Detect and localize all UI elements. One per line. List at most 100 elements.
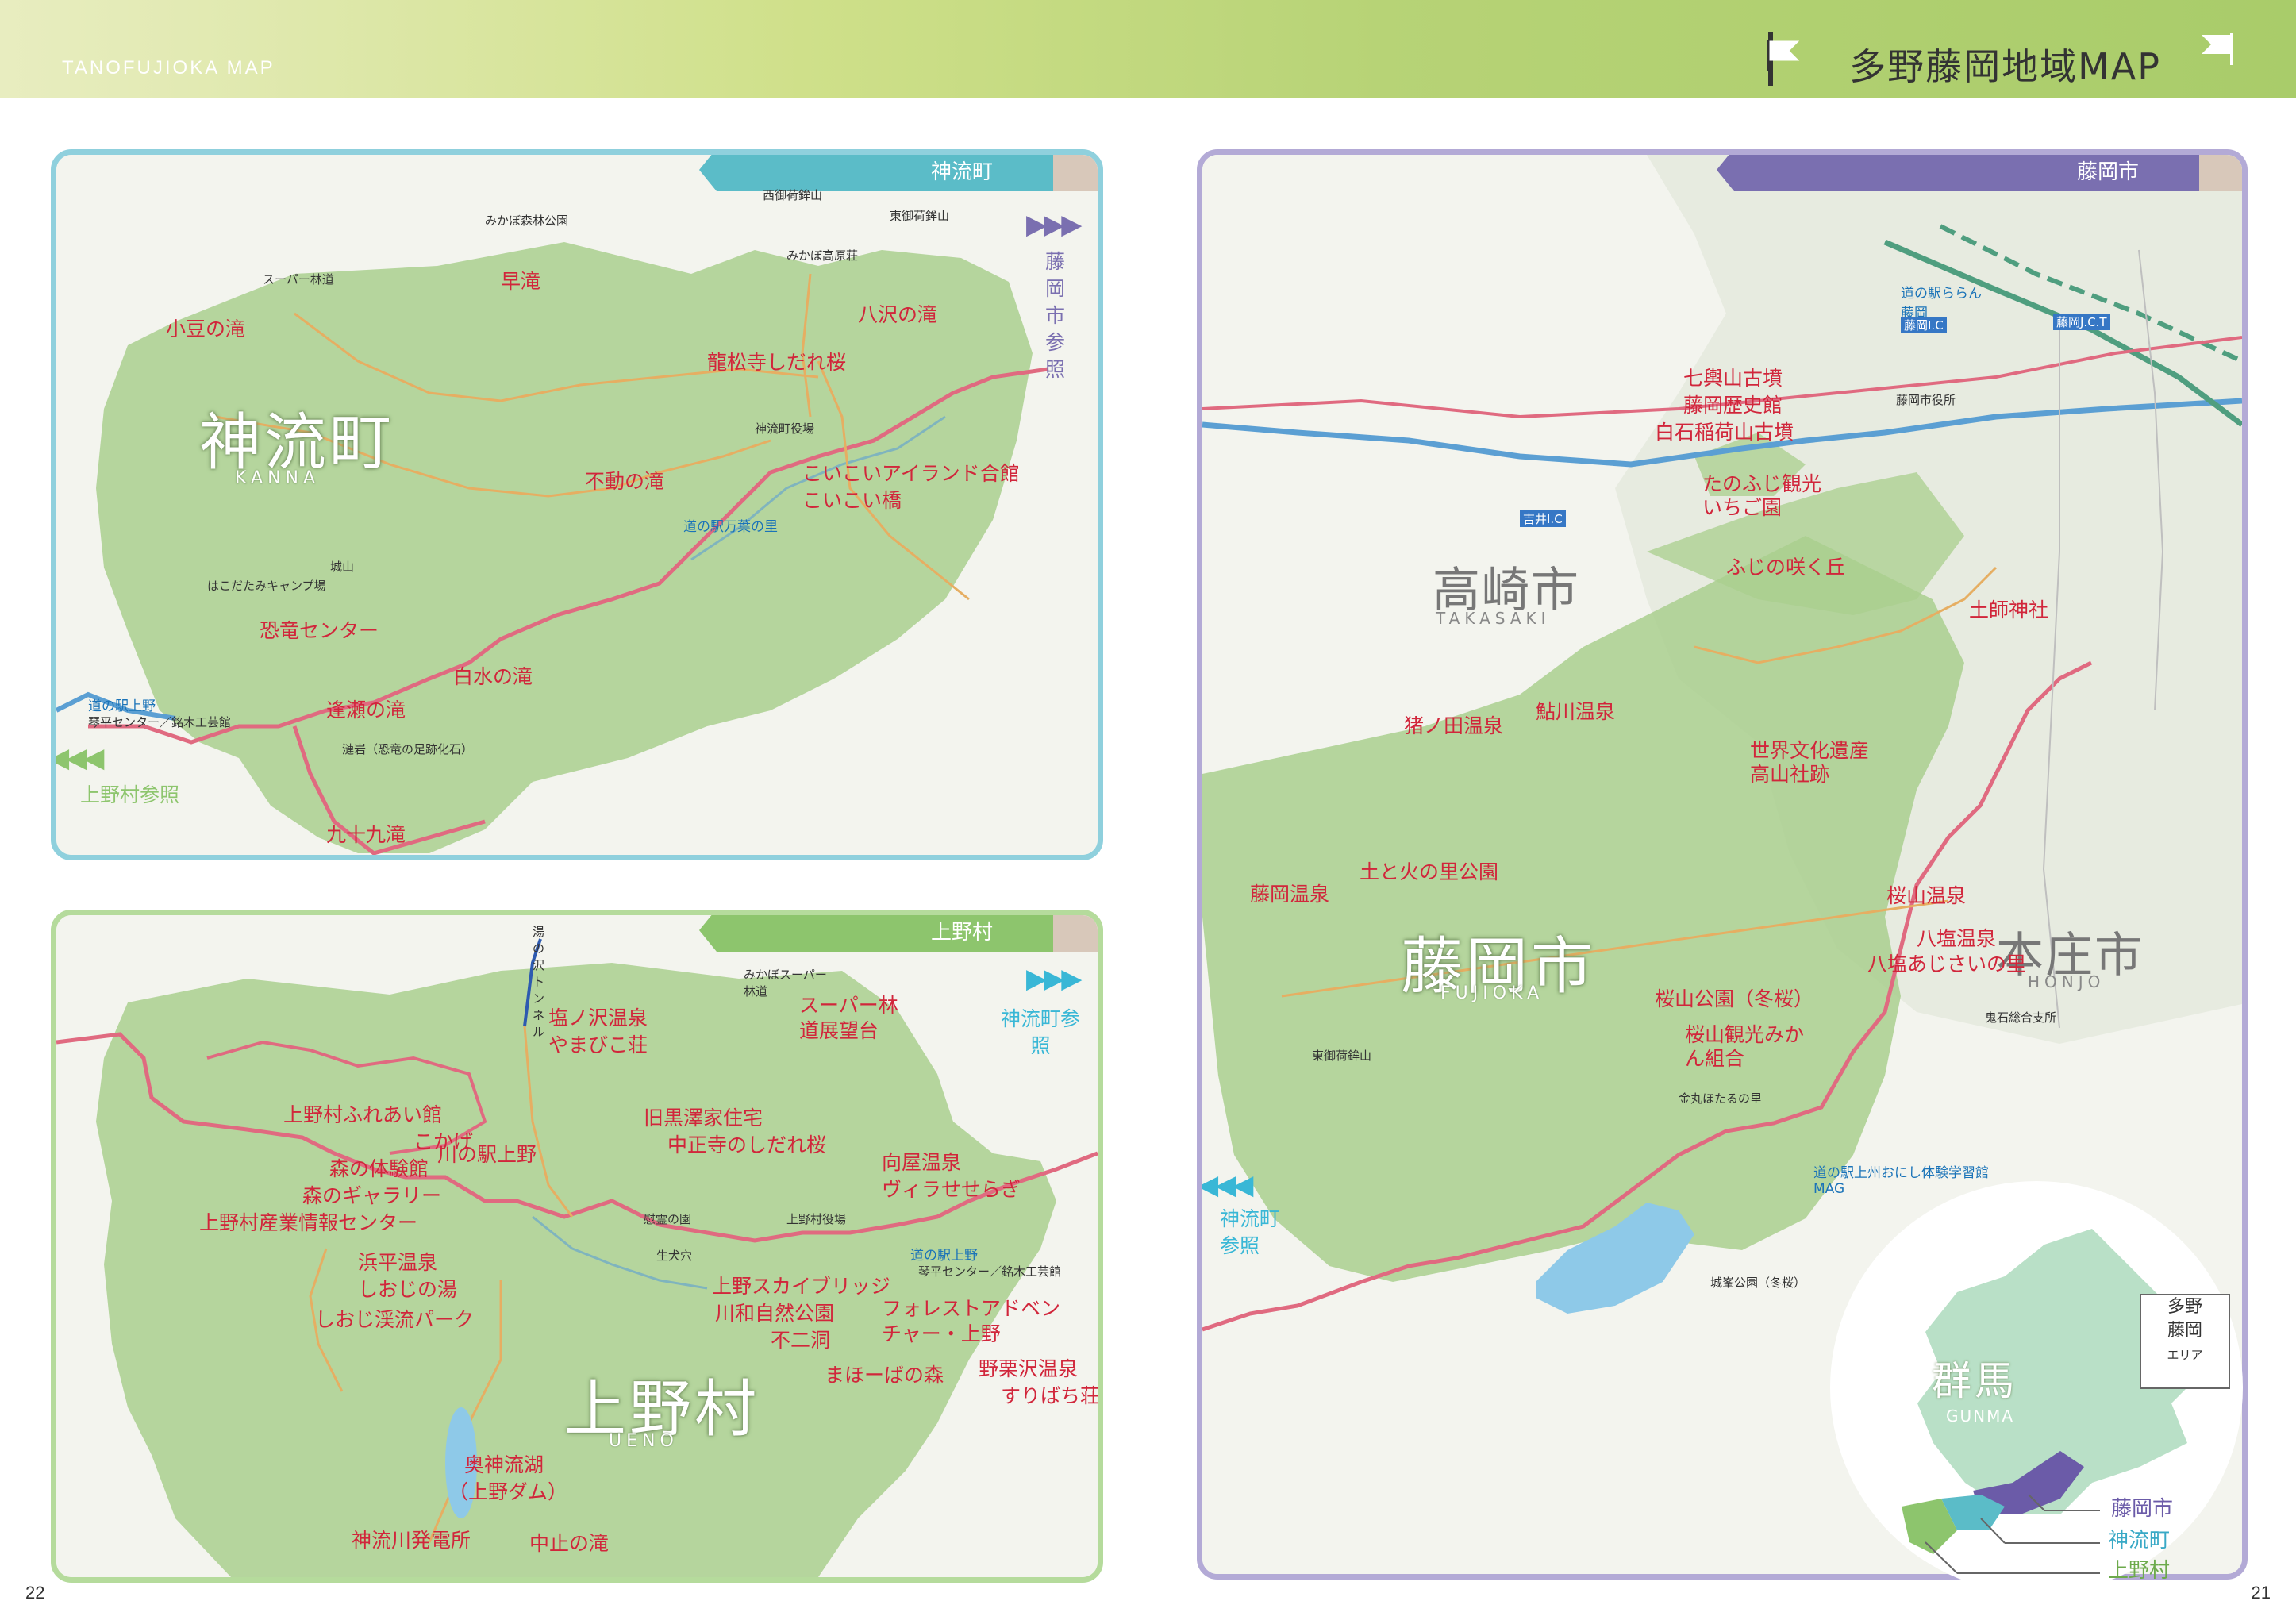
poi-koikoi-island[interactable]: こいこいアイランド合館 (802, 458, 1020, 487)
poi-yashio-onsen[interactable]: 八塩温泉 (1917, 923, 1996, 952)
place-michinoeki-manyo[interactable]: 道の駅万葉の里 (683, 515, 778, 535)
poi-okukanna-lake[interactable]: 奥神流湖（上野ダム） (448, 1452, 567, 1506)
poi-villa-seseragi[interactable]: ヴィラせせらぎ (882, 1174, 1021, 1203)
poi-sakurayama-onsen[interactable]: 桜山温泉 (1886, 880, 1966, 909)
place-shiroyama[interactable]: 城山 (330, 558, 354, 575)
kanna-ref-fujioka[interactable]: 藤岡市参照 (1045, 248, 1069, 383)
place-yoshii-ic[interactable]: 吉井I.C (1520, 510, 1566, 527)
place-mikabo-super-rindo[interactable]: みかぼスーパー林道 (744, 966, 831, 999)
poi-tanofuji-strawberry[interactable]: たのふじ観光いちご園 (1702, 472, 1821, 520)
fujioka-to-kanna-arrows[interactable]: ◀◀◀ (1202, 1169, 1253, 1201)
inset-label-ueno: 上野村 (2108, 1559, 2171, 1583)
poi-mori-gallery[interactable]: 森のギャラリー (302, 1180, 441, 1209)
poi-shionosawa-onsen[interactable]: 塩ノ沢温泉 (548, 1002, 648, 1031)
place-fujioka-jct[interactable]: 藤岡J.C.T (2053, 314, 2110, 330)
poi-shiramizu-falls[interactable]: 白水の滝 (453, 661, 533, 690)
poi-mukaiya-onsen[interactable]: 向屋温泉 (882, 1147, 961, 1176)
poi-takayamasha[interactable]: 世界文化遺産高山社跡 (1750, 739, 1885, 787)
place-shoinuana[interactable]: 生犬穴 (656, 1247, 692, 1264)
place-mikabo-forest[interactable]: みかぼ森林公園 (485, 212, 568, 229)
poi-haji-shrine[interactable]: 土師神社 (1969, 595, 2048, 623)
place-fujioka-ic[interactable]: 藤岡I.C (1901, 317, 1947, 333)
ueno-to-kanna-arrows[interactable]: ▶▶▶ (1026, 963, 1082, 995)
place-super-rindo[interactable]: スーパー林道 (263, 271, 334, 287)
place-kotohira-center[interactable]: 琴平センター／銘木工芸館 (918, 1263, 1061, 1280)
poi-chushoji-cherry[interactable]: 中正寺のしだれ桜 (667, 1129, 826, 1158)
poi-koikoi-bridge[interactable]: こいこい橋 (802, 485, 902, 514)
place-fudo-falls[interactable]: 東御荷鉾山 (1312, 1047, 1371, 1064)
place-kotohira-center[interactable]: 琴平センター／銘木工芸館 (88, 714, 231, 730)
poi-dinosaur-center[interactable]: 恐竜センター (260, 615, 379, 644)
place-jouminekoen[interactable]: 城峯公園（冬桜） (1710, 1274, 1806, 1291)
place-michinoeki-ueno[interactable]: 道の駅上野 (910, 1244, 978, 1264)
tab-kanna-tail (1053, 155, 1098, 191)
fujioka-ref-kanna[interactable]: 神流町参照 (1220, 1206, 1283, 1260)
poi-kujuku-falls[interactable]: 九十九滝 (326, 819, 406, 848)
poi-azuki-falls[interactable]: 小豆の滝 (166, 314, 245, 342)
ueno-ref-kanna[interactable]: 神流町参照 (993, 1006, 1088, 1060)
ueno-map-panel[interactable]: 上野村 上野村 UENO 塩ノ沢温泉 やまびこ荘 スーパー林道展望台 上野村ふれ… (51, 910, 1103, 1583)
poi-chushi-falls[interactable]: 中止の滝 (529, 1528, 609, 1557)
poi-yashio-ajisai[interactable]: 八塩あじさいの里 (1867, 949, 2026, 977)
poi-fujioka-onsen[interactable]: 藤岡温泉 (1250, 879, 1329, 907)
poi-yamabikoso[interactable]: やまびこ荘 (548, 1029, 648, 1058)
place-ueno-office[interactable]: 上野村役場 (786, 1210, 846, 1227)
place-michinoeki-ueno[interactable]: 道の駅上野 (88, 695, 156, 714)
poi-kawawa-park[interactable]: 川和自然公園 (715, 1298, 834, 1326)
poi-yasawa-falls[interactable]: 八沢の滝 (858, 299, 937, 328)
poi-ueno-sky-bridge[interactable]: 上野スカイブリッジ (712, 1271, 890, 1299)
poi-kanna-power-station[interactable]: 神流川発電所 (352, 1525, 471, 1553)
poi-fujioka-history-hall[interactable]: 藤岡歴史館 (1683, 390, 1783, 418)
poi-mori-taikenkan[interactable]: 森の体験館 (329, 1153, 429, 1182)
poi-sakurayama-park[interactable]: 桜山公園（冬桜） (1655, 983, 1813, 1012)
tab-fujioka[interactable]: 藤岡市 (1717, 155, 2218, 191)
kanna-to-fujioka-arrows[interactable]: ▶▶▶ (1026, 209, 1082, 241)
place-ireinosono[interactable]: 慰霊の園 (644, 1210, 691, 1227)
legend-line-1: 多野 (2167, 1297, 2202, 1317)
poi-noguri-onsen[interactable]: 野栗沢温泉 (979, 1353, 1078, 1382)
poi-ose-falls[interactable]: 逢瀬の滝 (326, 695, 406, 723)
inset-gunma-name-en: GUNMA (1946, 1407, 2015, 1426)
poi-sakurayama-mikan[interactable]: 桜山観光みかん組合 (1685, 1023, 1812, 1071)
takasaki-city-name-en: TAKASAKI (1436, 609, 1551, 628)
poi-super-rindo-observatory[interactable]: スーパー林道展望台 (799, 993, 902, 1044)
poi-hamadaira-onsen[interactable]: 浜平温泉 (358, 1247, 437, 1276)
poi-inoda-onsen[interactable]: 猪ノ田温泉 (1404, 710, 1503, 739)
place-oniishi-branch[interactable]: 鬼石総合支所 (1985, 1009, 2056, 1026)
poi-shiraishi-inariyama[interactable]: 白石稲荷山古墳 (1655, 417, 1794, 445)
poi-ueno-fureai[interactable]: 上野村ふれあい館 (283, 1099, 442, 1128)
place-kanna-office[interactable]: 神流町役場 (755, 420, 814, 437)
legend-line-2: 藤岡 (2167, 1321, 2202, 1341)
place-mikabo-kogenso[interactable]: みかぼ高原荘 (786, 247, 858, 264)
poi-fudo-falls[interactable]: 不動の滝 (585, 466, 664, 495)
place-fujioka-city-hall[interactable]: 藤岡市役所 (1896, 391, 1956, 408)
fujioka-city-name-en: FUJIOKA (1440, 983, 1544, 1003)
place-nishimikabo[interactable]: 西御荷鉾山 (763, 187, 822, 203)
place-higashimikabo[interactable]: 東御荷鉾山 (890, 207, 949, 224)
poi-ayukawa-onsen[interactable]: 鮎川温泉 (1536, 696, 1615, 725)
poi-ueno-industry-center[interactable]: 上野村産業情報センター (199, 1207, 417, 1236)
tab-ueno[interactable]: 上野村 (699, 915, 1072, 952)
poi-tsuchitohi-park[interactable]: 土と火の里公園 (1360, 856, 1498, 885)
place-sazanami-rock[interactable]: 漣岩（恐竜の足跡化石） (342, 741, 473, 757)
poi-fujido[interactable]: 不二洞 (771, 1325, 830, 1353)
poi-kyukurosawa-house[interactable]: 旧黒澤家住宅 (644, 1103, 763, 1131)
place-yunosawa-tunnel[interactable]: 湯の沢トンネル (533, 923, 548, 1040)
poi-mahoba-forest[interactable]: まほーばの森 (825, 1360, 944, 1388)
poi-forest-adventure[interactable]: フォレストアドベンチャー・上野 (882, 1296, 1064, 1347)
poi-shioji-no-yu[interactable]: しおじの湯 (358, 1274, 457, 1303)
poi-nanakoshiyama-kofun[interactable]: 七輿山古墳 (1683, 363, 1783, 391)
tab-kanna[interactable]: 神流町 (699, 155, 1072, 191)
poi-suribachiso[interactable]: すりばち荘 (1001, 1380, 1098, 1409)
kanna-to-ueno-arrows[interactable]: ◀◀◀ (56, 742, 104, 774)
kanna-ref-ueno[interactable]: 上野村参照 (80, 782, 179, 809)
poi-shioji-keiryu-park[interactable]: しおじ渓流パーク (315, 1304, 474, 1333)
kanna-map-panel[interactable]: 神流町 神流町 KANNA 小豆の滝 早滝 八沢の滝 龍松寺しだれ桜 不動の滝 … (51, 149, 1103, 860)
poi-kawanoeki-ueno[interactable]: 川の駅上野 (437, 1139, 537, 1168)
poi-haya-falls[interactable]: 早滝 (501, 266, 540, 294)
place-hakodatami-camp[interactable]: はこだたみキャンプ場 (207, 577, 326, 594)
poi-fujinosaku-oka[interactable]: ふじの咲く丘 (1726, 552, 1845, 580)
place-kanaru-hotaru[interactable]: 金丸ほたるの里 (1679, 1090, 1762, 1106)
poi-ryushoji-cherry[interactable]: 龍松寺しだれ桜 (707, 347, 846, 375)
place-michinoeki-raran[interactable]: 道の駅ららん藤岡 (1901, 282, 1988, 321)
